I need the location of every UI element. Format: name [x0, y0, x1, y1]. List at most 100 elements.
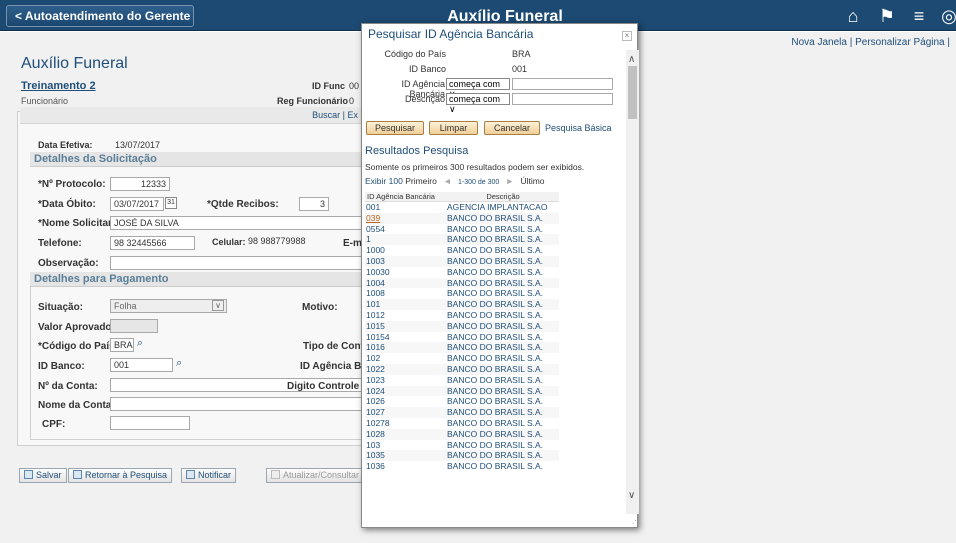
resize-handle-icon[interactable]: ⋰	[632, 517, 639, 525]
agency-id-cell[interactable]: 103	[365, 440, 447, 451]
table-row[interactable]: 101 BANCO DO BRASIL S.A.	[365, 299, 559, 310]
agency-desc-cell[interactable]: BANCO DO BRASIL S.A.	[447, 234, 559, 245]
agency-desc-cell[interactable]: BANCO DO BRASIL S.A.	[447, 396, 559, 407]
id-banco-input[interactable]: 001	[110, 358, 173, 372]
clear-button[interactable]: Limpar	[429, 121, 478, 135]
nome-solicitante-input[interactable]: JOSÉ DA SILVA	[110, 216, 362, 230]
back-button[interactable]: < Autoatendimento do Gerente	[6, 5, 194, 27]
search-icon[interactable]: ⌕	[176, 357, 182, 370]
agency-id-cell[interactable]: 1028	[365, 429, 447, 440]
agency-desc-cell[interactable]: BANCO DO BRASIL S.A.	[447, 450, 559, 461]
agency-id-cell[interactable]: 1024	[365, 386, 447, 397]
table-row[interactable]: 1022 BANCO DO BRASIL S.A.	[365, 363, 559, 375]
new-window-link[interactable]: Nova Janela	[791, 37, 847, 48]
agency-id-cell[interactable]: 1000	[365, 245, 447, 256]
basic-search-link[interactable]: Pesquisa Básica	[545, 123, 612, 133]
agencia-operator-select[interactable]: começa com ∨	[446, 78, 510, 99]
agency-desc-cell[interactable]: BANCO DO BRASIL S.A.	[447, 440, 559, 451]
table-row[interactable]: 1015 BANCO DO BRASIL S.A.	[365, 320, 559, 332]
agency-desc-cell[interactable]: BANCO DO BRASIL S.A.	[447, 375, 559, 386]
agency-id-cell[interactable]: 1023	[365, 375, 447, 386]
show-100-link[interactable]: Exibir 100	[365, 176, 403, 186]
agency-desc-cell[interactable]: BANCO DO BRASIL S.A.	[447, 332, 559, 343]
buscar-bar[interactable]: Buscar | Ex	[20, 107, 362, 124]
table-row[interactable]: 1004 BANCO DO BRASIL S.A.	[365, 277, 559, 289]
agency-desc-cell[interactable]: BANCO DO BRASIL S.A.	[447, 429, 559, 440]
agency-id-cell[interactable]: 0554	[365, 224, 447, 235]
search-icon[interactable]: ⌕	[137, 337, 143, 350]
telefone-input[interactable]: 98 32445566	[110, 236, 195, 250]
scrollbar[interactable]	[626, 50, 639, 514]
agency-id-cell[interactable]: 1008	[365, 288, 447, 299]
agency-desc-cell[interactable]: BANCO DO BRASIL S.A.	[447, 213, 559, 224]
save-button[interactable]: Salvar	[19, 468, 67, 483]
table-row[interactable]: 1 BANCO DO BRASIL S.A.	[365, 234, 559, 246]
agency-id-cell[interactable]: 101	[365, 299, 447, 310]
calendar-icon[interactable]: 31	[165, 197, 177, 209]
agency-id-cell[interactable]: 1003	[365, 256, 447, 267]
descricao-search-input[interactable]	[512, 93, 613, 105]
agency-desc-cell[interactable]: BANCO DO BRASIL S.A.	[447, 256, 559, 267]
agency-id-cell[interactable]: 1016	[365, 342, 447, 353]
agency-id-cell[interactable]: 10030	[365, 267, 447, 278]
next-page-icon[interactable]: ►	[506, 176, 514, 186]
agency-id-cell[interactable]: 1	[365, 234, 447, 245]
protocolo-input[interactable]: 12333	[110, 177, 170, 191]
personalize-link[interactable]: Personalizar Página	[855, 37, 945, 48]
agency-id-cell[interactable]: 1015	[365, 321, 447, 332]
table-row[interactable]: 10278 BANCO DO BRASIL S.A.	[365, 417, 559, 429]
codigo-pais-input[interactable]: BRA	[110, 338, 134, 352]
table-row[interactable]: 10154 BANCO DO BRASIL S.A.	[365, 331, 559, 343]
agency-desc-cell[interactable]: BANCO DO BRASIL S.A.	[447, 224, 559, 235]
col-id-header[interactable]: ID Agência Bancária	[365, 192, 447, 201]
table-row[interactable]: 1026 BANCO DO BRASIL S.A.	[365, 396, 559, 408]
agency-id-cell[interactable]: 001	[365, 202, 447, 213]
table-row[interactable]: 1036 BANCO DO BRASIL S.A.	[365, 461, 559, 472]
agency-desc-cell[interactable]: BANCO DO BRASIL S.A.	[447, 418, 559, 429]
data-obito-input[interactable]: 03/07/2017	[110, 197, 164, 211]
table-row[interactable]: 1008 BANCO DO BRASIL S.A.	[365, 288, 559, 300]
agencia-search-input[interactable]	[512, 78, 613, 90]
agency-desc-cell[interactable]: BANCO DO BRASIL S.A.	[447, 407, 559, 418]
agency-desc-cell[interactable]: BANCO DO BRASIL S.A.	[447, 342, 559, 353]
table-row[interactable]: 1024 BANCO DO BRASIL S.A.	[365, 385, 559, 397]
flag-icon[interactable]: ⚑	[876, 6, 898, 26]
agency-id-cell[interactable]: 1035	[365, 450, 447, 461]
table-row[interactable]: 10030 BANCO DO BRASIL S.A.	[365, 266, 559, 278]
col-desc-header[interactable]: Descrição	[447, 192, 559, 201]
table-row[interactable]: 001 AGENCIA IMPLANTACAO	[365, 202, 559, 213]
table-row[interactable]: 1027 BANCO DO BRASIL S.A.	[365, 407, 559, 418]
agency-desc-cell[interactable]: BANCO DO BRASIL S.A.	[447, 321, 559, 332]
agency-desc-cell[interactable]: BANCO DO BRASIL S.A.	[447, 310, 559, 321]
scroll-up-icon[interactable]: ∧	[628, 54, 635, 65]
agency-id-cell[interactable]: 10154	[365, 332, 447, 343]
table-row[interactable]: 1003 BANCO DO BRASIL S.A.	[365, 255, 559, 267]
table-row[interactable]: 0554 BANCO DO BRASIL S.A.	[365, 223, 559, 235]
situacao-select[interactable]: Folha ∨	[110, 299, 227, 313]
agency-desc-cell[interactable]: BANCO DO BRASIL S.A.	[447, 278, 559, 289]
table-row[interactable]: 1016 BANCO DO BRASIL S.A.	[365, 342, 559, 354]
return-search-button[interactable]: Retornar à Pesquisa	[68, 468, 173, 483]
prev-page-icon[interactable]: ◄	[443, 176, 451, 186]
scroll-down-icon[interactable]: ∨	[628, 490, 635, 501]
navbar-icon[interactable]: ◎	[938, 6, 956, 26]
close-icon[interactable]: ×	[622, 31, 632, 41]
nome-conta-input[interactable]	[110, 397, 362, 411]
agency-id-cell[interactable]: 1022	[365, 364, 447, 375]
agency-id-cell[interactable]: 102	[365, 353, 447, 364]
agency-id-cell[interactable]: 1027	[365, 407, 447, 418]
table-row[interactable]: 1012 BANCO DO BRASIL S.A.	[365, 309, 559, 321]
agency-desc-cell[interactable]: BANCO DO BRASIL S.A.	[447, 288, 559, 299]
table-row[interactable]: 1028 BANCO DO BRASIL S.A.	[365, 428, 559, 440]
agency-desc-cell[interactable]: BANCO DO BRASIL S.A.	[447, 299, 559, 310]
cancel-button[interactable]: Cancelar	[484, 121, 540, 135]
agency-desc-cell[interactable]: BANCO DO BRASIL S.A.	[447, 245, 559, 256]
search-button[interactable]: Pesquisar	[366, 121, 424, 135]
celular-input[interactable]: 98 988779988	[245, 235, 327, 249]
agency-id-cell[interactable]: 1026	[365, 396, 447, 407]
cpf-input[interactable]	[110, 416, 190, 430]
agency-desc-cell[interactable]: BANCO DO BRASIL S.A.	[447, 386, 559, 397]
table-row[interactable]: 102 BANCO DO BRASIL S.A.	[365, 353, 559, 364]
menu-icon[interactable]: ≡	[908, 6, 930, 26]
agency-id-cell[interactable]: 1004	[365, 278, 447, 289]
